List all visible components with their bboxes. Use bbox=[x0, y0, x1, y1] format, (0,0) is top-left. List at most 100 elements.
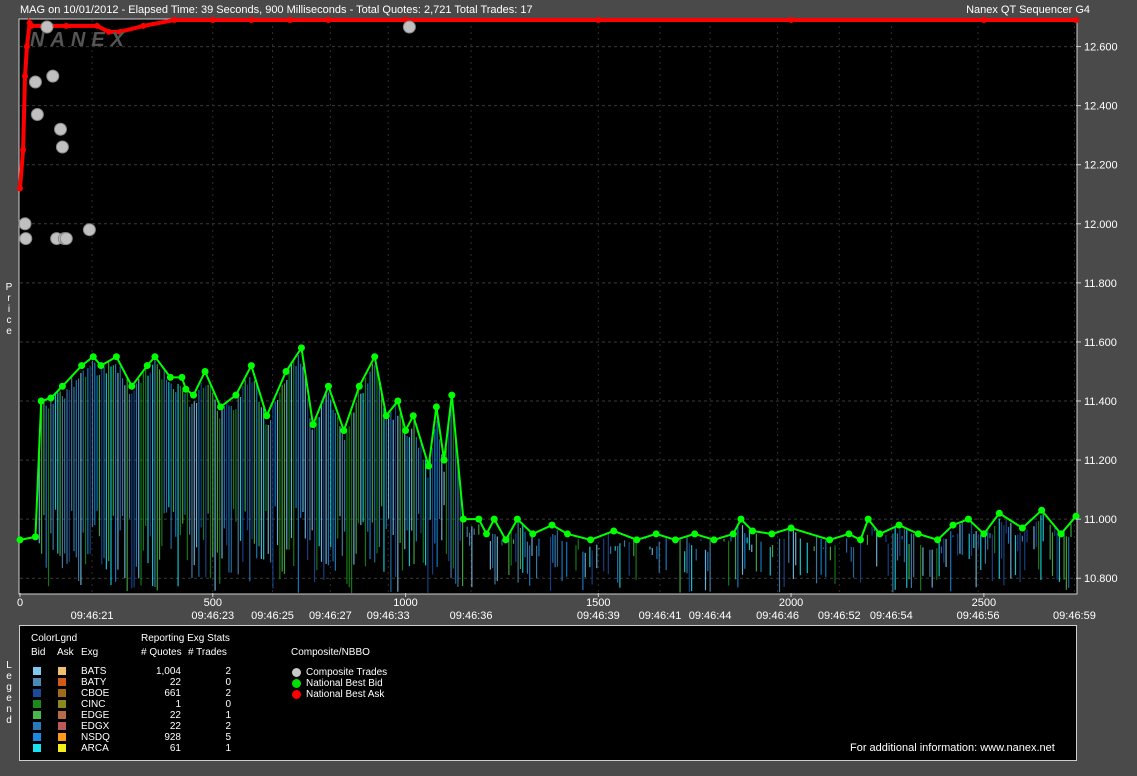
y-tick-label: 12.000 bbox=[1084, 219, 1118, 231]
bid-point bbox=[340, 427, 348, 435]
bid-point bbox=[652, 530, 660, 538]
bid-point bbox=[216, 403, 224, 411]
exchange-name: BATS bbox=[81, 666, 107, 677]
time-tick-label: 09:46:27 bbox=[309, 610, 352, 622]
ask-point bbox=[28, 22, 35, 29]
ask-point bbox=[248, 17, 255, 23]
bid-point bbox=[1057, 530, 1065, 538]
bid-point bbox=[309, 421, 317, 429]
ask-point bbox=[595, 17, 602, 23]
time-tick-label: 09:46:23 bbox=[191, 610, 234, 622]
time-tick-label: 09:46:44 bbox=[689, 610, 732, 622]
y-tick-label: 11.400 bbox=[1084, 396, 1117, 408]
trade-count: 0 bbox=[225, 699, 231, 710]
trade-point bbox=[18, 217, 32, 231]
trade-point bbox=[28, 75, 42, 89]
ask-point bbox=[63, 22, 70, 29]
composite-marker bbox=[292, 690, 301, 699]
bid-point bbox=[182, 385, 190, 393]
bid-point bbox=[178, 373, 186, 381]
y-tick-label: 11.800 bbox=[1084, 278, 1117, 290]
bid-point bbox=[737, 515, 745, 523]
quote-count: 1,004 bbox=[155, 666, 181, 677]
time-tick-label: 09:46:39 bbox=[577, 610, 620, 622]
footer-link[interactable]: For additional information: www.nanex.ne… bbox=[850, 742, 1055, 754]
bid-point bbox=[97, 362, 105, 370]
bid-point bbox=[382, 412, 390, 420]
time-tick-label: 09:46:41 bbox=[639, 610, 682, 622]
ask-point bbox=[209, 17, 216, 23]
bid-point bbox=[475, 515, 483, 523]
ask-swatch bbox=[58, 700, 66, 708]
exchange-name: ARCA bbox=[81, 743, 109, 754]
bid-point bbox=[864, 515, 872, 523]
bid-point bbox=[949, 521, 957, 529]
y-tick-label: 12.400 bbox=[1084, 101, 1118, 113]
x-tick-label: 2000 bbox=[779, 597, 803, 609]
bid-point bbox=[448, 391, 456, 399]
trade-point bbox=[46, 69, 60, 83]
bid-point bbox=[633, 536, 641, 544]
bid-point bbox=[47, 394, 55, 402]
exchange-name: CINC bbox=[81, 699, 106, 710]
trade-count: 2 bbox=[225, 688, 231, 699]
ask-swatch bbox=[58, 711, 66, 719]
ask-swatch bbox=[58, 667, 66, 675]
col-bid: Bid bbox=[31, 647, 46, 658]
bid-point bbox=[232, 391, 240, 399]
col-quotes: # Quotes bbox=[141, 647, 182, 658]
quote-count: 1 bbox=[175, 699, 181, 710]
bid-point bbox=[16, 536, 24, 544]
ask-swatch bbox=[58, 722, 66, 730]
bid-swatch bbox=[33, 744, 41, 752]
time-tick-label: 09:46:56 bbox=[957, 610, 1000, 622]
bid-point bbox=[1038, 506, 1046, 514]
time-tick-label: 09:46:25 bbox=[251, 610, 294, 622]
bid-point bbox=[856, 536, 864, 544]
bid-point bbox=[490, 515, 498, 523]
bid-point bbox=[402, 427, 410, 435]
bid-point bbox=[826, 536, 834, 544]
bid-point bbox=[58, 382, 66, 390]
bid-point bbox=[459, 515, 467, 523]
bid-point bbox=[151, 353, 159, 361]
time-tick-label: 09:46:36 bbox=[450, 610, 493, 622]
exchange-name: NSDQ bbox=[81, 732, 110, 743]
trade-count: 2 bbox=[225, 666, 231, 677]
bid-point bbox=[201, 367, 209, 375]
bid-point bbox=[513, 515, 521, 523]
quote-count: 22 bbox=[169, 710, 181, 721]
time-tick-label: 09:46:21 bbox=[71, 610, 114, 622]
bid-point bbox=[128, 382, 136, 390]
ask-swatch bbox=[58, 733, 66, 741]
ask-swatch bbox=[58, 744, 66, 752]
trade-point bbox=[30, 108, 44, 122]
composite-title: Composite/NBBO bbox=[291, 647, 370, 658]
bid-point bbox=[934, 536, 942, 544]
time-tick-label: 09:46:52 bbox=[818, 610, 861, 622]
trade-point bbox=[59, 232, 73, 246]
bid-point bbox=[1018, 524, 1026, 532]
stats-title: Reporting Exg Stats bbox=[141, 633, 230, 644]
x-tick-label: 1500 bbox=[586, 597, 610, 609]
bid-swatch bbox=[33, 711, 41, 719]
bid-point bbox=[89, 353, 97, 361]
trade-point bbox=[82, 223, 96, 237]
bid-point bbox=[671, 536, 679, 544]
exchange-name: BATY bbox=[81, 677, 107, 688]
ask-point bbox=[171, 17, 178, 23]
trade-count: 1 bbox=[225, 743, 231, 754]
bid-point bbox=[587, 536, 595, 544]
bid-point bbox=[247, 362, 255, 370]
bid-point bbox=[876, 530, 884, 538]
trade-point bbox=[53, 122, 67, 136]
composite-label: National Best Ask bbox=[306, 689, 385, 700]
price-chart: NANEX 12.600 12.400 12.200 12.000 11.800 11.6… bbox=[16, 17, 1118, 622]
trade-point bbox=[402, 20, 416, 34]
y-tick-label: 12.600 bbox=[1084, 42, 1118, 54]
ask-point bbox=[17, 185, 23, 192]
exchange-name: EDGX bbox=[81, 721, 110, 732]
composite-label: National Best Bid bbox=[306, 678, 383, 689]
ask-swatch bbox=[58, 678, 66, 686]
bid-point bbox=[263, 412, 271, 420]
